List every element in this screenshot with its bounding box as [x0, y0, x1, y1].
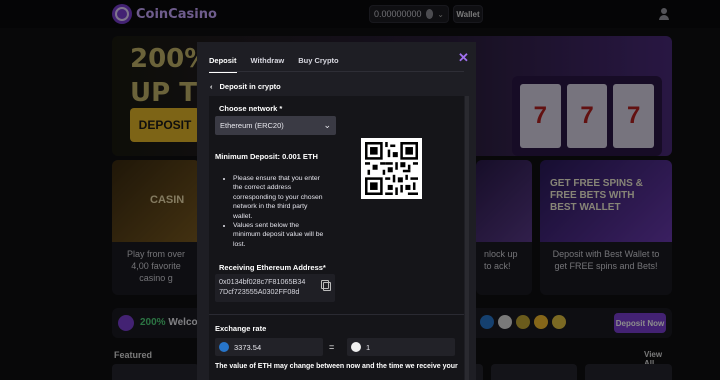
- address-field[interactable]: 0x0134bf028c7F81065B34 7Dcf723555A0302FF…: [215, 274, 335, 302]
- back-label: Deposit in crypto: [219, 82, 281, 91]
- back-button[interactable]: ‹ Deposit in crypto: [210, 82, 281, 91]
- minimum-deposit: Minimum Deposit: 0.001 ETH: [215, 152, 318, 161]
- qr-code: [361, 138, 422, 199]
- rate-usd-field: 3373.54: [215, 338, 323, 356]
- chevron-down-icon: ⌄: [323, 120, 331, 130]
- exchange-rate-label: Exchange rate: [215, 324, 267, 333]
- equals-sign: =: [329, 342, 335, 352]
- qr-code-graphic: [365, 142, 418, 195]
- rate-usd-value: 3373.54: [234, 342, 262, 352]
- network-select[interactable]: Ethereum (ERC20) ⌄: [215, 116, 336, 135]
- note-item: Values sent below the minimum deposit va…: [233, 221, 327, 249]
- rate-note: The value of ETH may change between now …: [215, 363, 458, 370]
- address-line: 0x0134bf028c7F81065B34: [219, 277, 306, 286]
- close-icon[interactable]: ✕: [458, 50, 469, 66]
- deposit-panel: Choose network * Ethereum (ERC20) ⌄ Mini…: [209, 96, 464, 380]
- address-line: 7Dcf723555A0302FF08d: [219, 287, 300, 296]
- deposit-notes: Please ensure that you enter the correct…: [227, 174, 327, 249]
- rate-eth-value: 1: [366, 342, 371, 352]
- copy-icon[interactable]: [321, 280, 331, 291]
- divider: [209, 314, 464, 315]
- scrollbar[interactable]: [465, 96, 469, 380]
- usd-coin-icon: [219, 342, 229, 352]
- tab-divider: [209, 71, 464, 72]
- network-label: Choose network *: [219, 104, 283, 113]
- chevron-left-icon: ‹: [210, 82, 213, 91]
- note-item: Please ensure that you enter the correct…: [233, 174, 327, 221]
- rate-eth-field: 1: [347, 338, 455, 356]
- network-value: Ethereum (ERC20): [220, 121, 284, 130]
- address-label: Receiving Ethereum Address*: [219, 263, 326, 272]
- eth-icon: [351, 342, 361, 352]
- wallet-modal: ✕ Deposit Withdraw Buy Crypto ‹ Deposit …: [197, 42, 476, 380]
